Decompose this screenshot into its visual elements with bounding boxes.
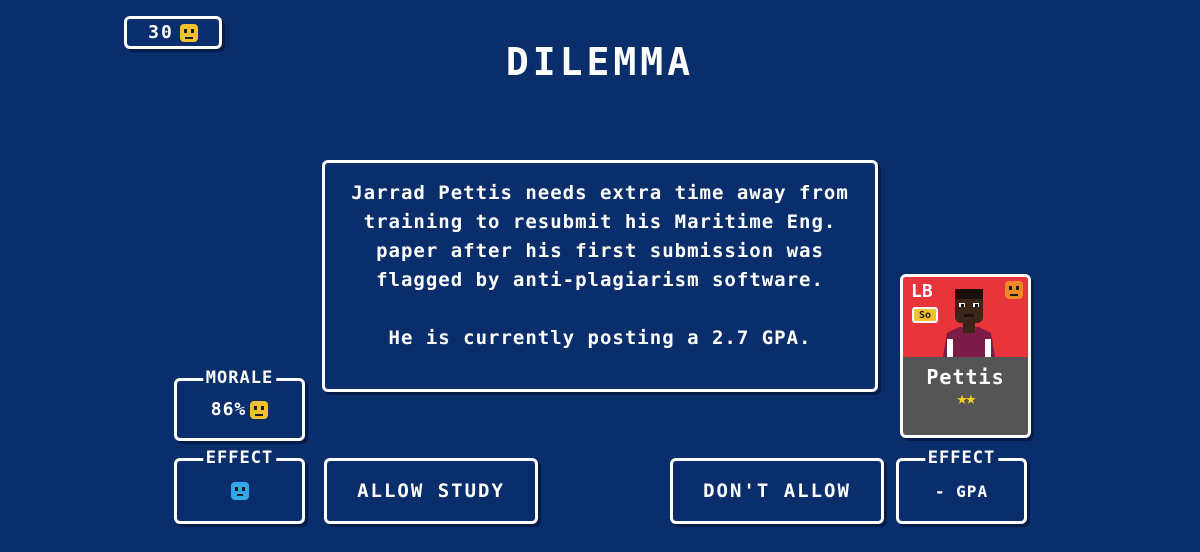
happy-face-icon: [250, 400, 269, 419]
coin-face-icon: [179, 23, 198, 42]
allow-effect-panel: EFFECT: [174, 448, 305, 524]
dilemma-dialog: Jarrad Pettis needs extra time away from…: [322, 160, 878, 392]
player-name: Pettis: [926, 365, 1005, 389]
effect-label: EFFECT: [202, 448, 277, 468]
player-position: LB: [911, 281, 933, 302]
morale-label: MORALE: [202, 368, 277, 388]
morale-panel: MORALE 86%: [174, 368, 305, 441]
dont-allow-button[interactable]: DON'T ALLOW: [670, 458, 884, 524]
player-portrait-area: LB So: [903, 277, 1028, 357]
deny-effect-panel: EFFECT - GPA: [896, 448, 1027, 524]
morale-value: 86%: [210, 399, 247, 420]
player-info: Pettis ★★: [903, 357, 1028, 435]
gpa-text: He is currently posting a 2.7 GPA.: [388, 327, 812, 349]
player-card[interactable]: LB So Pettis ★★: [900, 274, 1031, 438]
effect-label: EFFECT: [924, 448, 999, 468]
class-badge: So: [912, 307, 938, 323]
player-mood-icon: [1005, 281, 1023, 299]
allow-study-button[interactable]: ALLOW STUDY: [324, 458, 538, 524]
gpa-effect-value: - GPA: [934, 481, 989, 501]
sad-face-icon: [230, 482, 249, 500]
page-title: DILEMMA: [505, 40, 695, 84]
star-rating-icon: ★★: [956, 388, 977, 409]
player-avatar: [943, 289, 995, 357]
dilemma-text: Jarrad Pettis needs extra time away from…: [351, 182, 849, 291]
